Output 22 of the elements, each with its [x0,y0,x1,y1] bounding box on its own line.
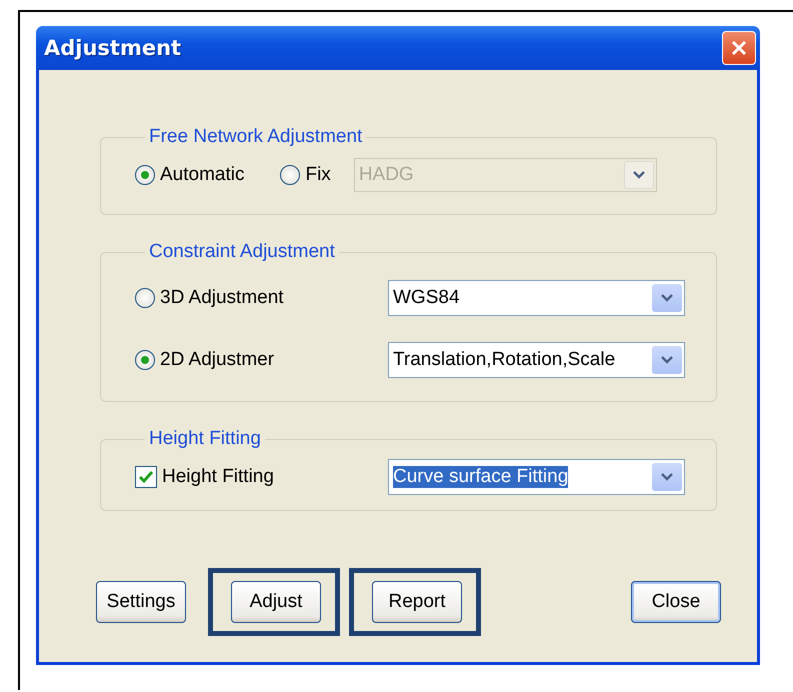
radio-label[interactable]: Automatic [160,164,244,186]
close-icon[interactable] [722,31,756,65]
radio-label[interactable]: 3D Adjustment [160,287,284,309]
dialog-button[interactable]: Report [372,581,462,623]
group-title: Free Network Adjustment [148,126,364,148]
checkbox[interactable] [135,466,157,488]
dialog-button[interactable]: Settings [96,581,186,623]
dropdown-field[interactable]: Translation,Rotation,Scale [388,342,685,378]
group-title: Height Fitting [148,428,262,450]
radio-button[interactable] [280,165,300,185]
radio-button[interactable] [135,288,155,308]
dropdown-field[interactable]: Curve surface Fitting [388,459,685,495]
radio-label[interactable]: Fix [305,164,331,186]
group-title: Constraint Adjustment [148,241,336,263]
dialog-button[interactable]: Adjust [231,581,321,623]
dialog-button[interactable]: Close [631,581,721,623]
dropdown-field[interactable]: WGS84 [388,280,685,316]
radio-button[interactable] [135,350,155,370]
radio-label[interactable]: 2D Adjustmer [160,349,274,371]
window-title: Adjustment [44,36,182,60]
radio-button[interactable] [135,165,155,185]
checkbox-label[interactable]: Height Fitting [162,466,274,488]
